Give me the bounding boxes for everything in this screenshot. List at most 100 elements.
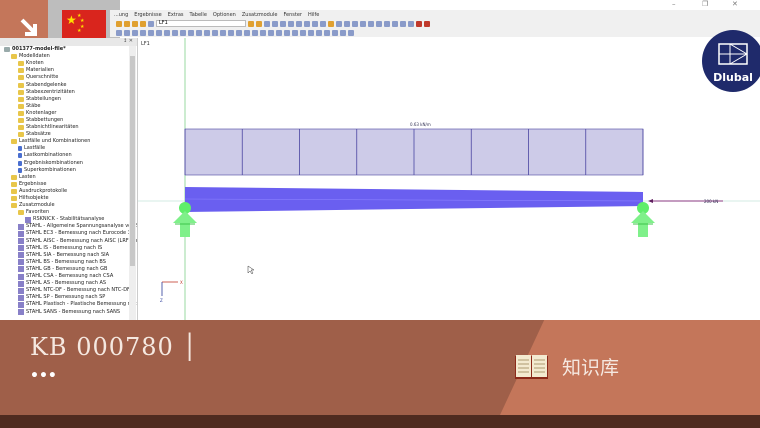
menu-item[interactable]: Extras	[168, 12, 184, 18]
tree-item[interactable]: Ausdruckprotokolle	[0, 188, 137, 195]
tree-item-label: Stäbe	[26, 102, 41, 109]
minimize-button[interactable]: –	[672, 0, 676, 8]
tree-item[interactable]: Stabexzentrizitäten	[0, 89, 137, 96]
tree-item[interactable]: 001377-model-file*	[0, 46, 137, 53]
footer-bar	[0, 415, 760, 428]
model-canvas[interactable]: LF1 0.63 kN/m 200 kN X Z	[138, 38, 760, 320]
tree-item[interactable]: Lasten	[0, 174, 137, 181]
more-ellipsis[interactable]: •••	[30, 368, 57, 384]
tree-item-label: Superkombinationen	[24, 166, 76, 173]
maximize-button[interactable]: ❐	[702, 0, 708, 8]
tree-item[interactable]: Ergebnisse	[0, 181, 137, 188]
tree-item[interactable]: Hilfsobjekte	[0, 195, 137, 202]
tree-item[interactable]: STAHL IS - Bemessung nach IS	[0, 245, 137, 252]
tree-item[interactable]: Materialien	[0, 67, 137, 74]
tree-item[interactable]: STAHL EC3 - Bemessung nach Eurocode 3	[0, 230, 137, 237]
folder-icon	[18, 210, 24, 216]
tree-item[interactable]: Favoriten	[0, 209, 137, 216]
navigator-scrollbar[interactable]	[129, 46, 136, 320]
tree-item[interactable]: STAHL AS - Bemessung nach AS	[0, 280, 137, 287]
tree-item[interactable]: STAHL SANS - Bemessung nach SANS	[0, 308, 137, 316]
tree-item[interactable]: Querschnitte	[0, 74, 137, 81]
module-icon	[18, 287, 24, 294]
tree-item[interactable]: Lastfälle	[0, 145, 137, 152]
tree-item[interactable]: STAHL NTC-DF - Bemessung nach NTC-DF	[0, 287, 137, 294]
menu-item[interactable]: Optionen	[213, 12, 236, 18]
tree-item-label: Zusatzmodule	[19, 202, 55, 209]
folder-icon	[18, 61, 24, 67]
tree-item-label: STAHL CSA - Bemessung nach CSA	[26, 273, 114, 280]
tree-item[interactable]: Stabnichtlinearitäten	[0, 124, 137, 131]
tree-item-label: Knotenlager	[26, 109, 57, 116]
tree-item-label: STAHL IS - Bemessung nach IS	[26, 244, 103, 251]
tree-item[interactable]: STAHL BS - Bemessung nach BS	[0, 259, 137, 266]
axial-force-label: 200 kN	[704, 199, 718, 204]
svg-text:★: ★	[77, 28, 82, 34]
folder-icon	[11, 181, 17, 187]
folder-icon	[18, 75, 24, 81]
tree-item[interactable]: Stabteilungen	[0, 96, 137, 103]
tree-item-label: Lastfälle	[24, 145, 46, 152]
kb-number: KB 000780 │	[30, 333, 198, 361]
tree-item-label: Ergebnisse	[19, 180, 47, 187]
china-flag-icon: ★ ★ ★ ★ ★	[62, 10, 106, 40]
menu-bar: ...ung Ergebnisse Extras Tabelle Optionen Zus…	[110, 10, 760, 19]
tree-item[interactable]: Superkombinationen	[0, 167, 137, 174]
title-bar: – ❐ ✕	[120, 0, 760, 10]
menu-item[interactable]: Fenster	[283, 12, 302, 18]
tree-item[interactable]: Stabsätze	[0, 131, 137, 138]
tree-item[interactable]: Knotenlager	[0, 110, 137, 117]
menu-item[interactable]: Hilfe	[308, 12, 319, 18]
load-case-select[interactable]: LF1	[156, 20, 246, 27]
menu-item[interactable]: Ergebnisse	[134, 12, 161, 18]
tree-item-label: Stabteilungen	[26, 95, 61, 102]
navigator-header: ↕ ✕	[0, 38, 137, 46]
folder-icon	[18, 89, 24, 95]
scrollbar-thumb[interactable]	[130, 56, 135, 266]
menu-item[interactable]: Tabelle	[190, 12, 207, 18]
tree-item-label: Querschnitte	[26, 74, 59, 81]
tree-item-label: STAHL SANS - Bemessung nach SANS	[26, 308, 121, 315]
module-icon	[18, 280, 24, 287]
coordinate-axes: X Z	[160, 280, 183, 303]
tree-item-label: STAHL AISC - Bemessung nach AISC (LRFD o…	[26, 237, 138, 244]
folder-icon	[11, 139, 17, 145]
line-load-label: 0.63 kN/m	[410, 122, 431, 127]
tree-item[interactable]: Ergebniskombinationen	[0, 160, 137, 167]
book-icon	[515, 355, 548, 379]
tree-item[interactable]: Stäbe	[0, 103, 137, 110]
menu-item[interactable]: Zusatzmodule	[242, 12, 278, 18]
tree-item-label: Stabbettungen	[26, 116, 64, 123]
module-icon	[18, 273, 24, 280]
menu-item[interactable]: ...ung	[114, 12, 128, 18]
tree-item[interactable]: Lastfälle und Kombinationen	[0, 138, 137, 145]
tree-item[interactable]: STAHL SIA - Bemessung nach SIA	[0, 252, 137, 259]
tree-item[interactable]: Modelldaten	[0, 53, 137, 60]
tree-item-label: Modelldaten	[19, 53, 50, 60]
tree-item[interactable]: STAHL GB - Bemessung nach GB	[0, 266, 137, 273]
folder-icon	[18, 96, 24, 102]
folder-icon	[18, 82, 24, 88]
close-button[interactable]: ✕	[732, 0, 738, 8]
tree-item[interactable]: Zusatzmodule	[0, 202, 137, 209]
support-right	[631, 202, 655, 237]
tree-item-label: STAHL SP - Bemessung nach SP	[26, 294, 106, 301]
tree-item[interactable]: STAHL SP - Bemessung nach SP	[0, 294, 137, 301]
folder-icon	[18, 110, 24, 116]
navigator-tree: 001377-model-file* Modelldaten Knoten Mater…	[0, 46, 137, 316]
folder-icon	[11, 203, 17, 209]
tree-item[interactable]: STAHL CSA - Bemessung nach CSA	[0, 273, 137, 280]
tree-item[interactable]: STAHL AISC - Bemessung nach AISC (LRFD o…	[0, 238, 137, 245]
folder-icon	[11, 54, 17, 60]
folder-icon	[11, 196, 17, 202]
tree-item-label: STAHL SIA - Bemessung nach SIA	[26, 251, 110, 258]
tree-item[interactable]: Stabendgelenke	[0, 81, 137, 88]
tree-item[interactable]: Lastkombinationen	[0, 152, 137, 159]
tree-item-label: Materialien	[26, 67, 54, 74]
tree-item[interactable]: STAHL Plastisch - Plastische Bemessung n…	[0, 301, 137, 308]
module-icon	[18, 266, 24, 273]
tree-item[interactable]: Knoten	[0, 60, 137, 67]
tree-item[interactable]: RSKNICK - Stabilitätsanalyse	[0, 216, 137, 223]
tree-item[interactable]: Stabbettungen	[0, 117, 137, 124]
tree-item[interactable]: STAHL - Allgemeine Spannungsanalyse von …	[0, 223, 137, 230]
